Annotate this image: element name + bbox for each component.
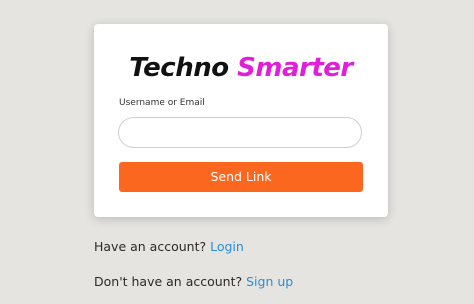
username-email-input[interactable]: [118, 117, 362, 148]
signup-link[interactable]: Sign up: [246, 274, 293, 289]
login-prompt-line: Have an account? Login: [94, 239, 244, 255]
login-prompt-text: Have an account?: [94, 239, 207, 254]
signup-prompt-line: Don't have an account? Sign up: [94, 274, 293, 290]
brand-logo: Techno Smarter: [94, 51, 388, 85]
login-link[interactable]: Login: [210, 239, 244, 254]
logo-word-techno: Techno: [129, 53, 229, 83]
signup-prompt-text: Don't have an account?: [94, 274, 243, 289]
send-link-button[interactable]: Send Link: [119, 162, 363, 192]
username-email-label: Username or Email: [119, 98, 205, 108]
logo-word-smarter: Smarter: [237, 53, 353, 83]
